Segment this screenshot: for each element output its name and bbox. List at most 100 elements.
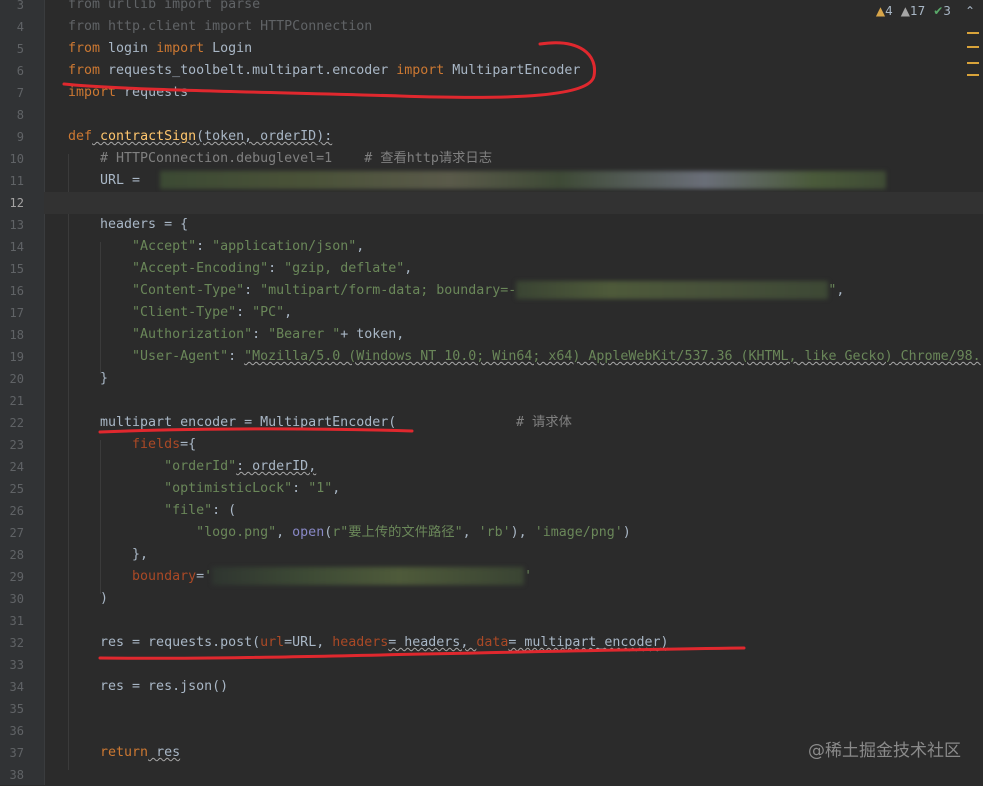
code-line-13[interactable]: headers = { (68, 214, 983, 236)
warning-marker[interactable] (967, 46, 979, 48)
line-number[interactable]: 36 (0, 720, 24, 742)
line-number[interactable]: 32 (0, 632, 24, 654)
dict-key: "Accept" (132, 239, 197, 254)
code-line-10[interactable]: # HTTPConnection.debuglevel=1 # 查看http请求… (68, 148, 983, 170)
code-line-6[interactable]: from requests_toolbelt.multipart.encoder… (68, 60, 983, 82)
code-line-3[interactable]: from urllib import parse (68, 0, 983, 16)
dict-value: "1" (308, 481, 333, 496)
line-number[interactable]: 35 (0, 698, 24, 720)
json-call: res = res.json() (68, 679, 229, 694)
code-line-25[interactable]: "optimisticLock": "1", (68, 478, 983, 500)
code-line-27[interactable]: "logo.png", open(r"要上传的文件路径", 'rb'), 'im… (68, 522, 983, 544)
line-number[interactable]: 17 (0, 302, 24, 324)
line-number[interactable]: 16 (0, 280, 24, 302)
code-line-32[interactable]: res = requests.post(url=URL, headers= he… (68, 632, 983, 654)
line-number[interactable]: 10 (0, 148, 24, 170)
code-line-29[interactable]: boundary=' ' (68, 566, 983, 588)
string-literal: 'image/png' (534, 525, 623, 540)
code-line-7[interactable]: import requests (68, 82, 983, 104)
warning-icon: ▲ (875, 4, 886, 18)
line-number[interactable]: 29 (0, 566, 24, 588)
line-number[interactable]: 31 (0, 610, 24, 632)
redacted-url (160, 171, 887, 189)
line-number[interactable]: 4 (0, 16, 24, 38)
code-line-19[interactable]: "User-Agent": "Mozilla/5.0 (Windows NT 1… (68, 346, 983, 368)
keyword: from (68, 19, 101, 34)
line-number[interactable]: 18 (0, 324, 24, 346)
line-number[interactable]: 7 (0, 82, 24, 104)
code-line-30[interactable]: ) (68, 588, 983, 610)
line-number[interactable]: 12 (0, 192, 24, 214)
line-number[interactable]: 14 (0, 236, 24, 258)
keyword: import (68, 85, 117, 100)
line-number[interactable]: 11 (0, 170, 24, 192)
param-name: boundary (132, 569, 197, 584)
line-number[interactable]: 30 (0, 588, 24, 610)
inspection-widget[interactable]: ▲4 ▲17 ✔3 ⌃ (876, 4, 975, 18)
string-quote: ' (204, 569, 213, 584)
line-number[interactable]: 24 (0, 456, 24, 478)
string-quote: " (828, 283, 837, 298)
line-number-gutter[interactable]: 3 4 5 6 7 8 9 10 11 12 13 14 15 16 17 18 19 20 21 22 23 24 25 2… (0, 0, 45, 785)
param-name: url (260, 635, 285, 650)
code-line-28[interactable]: }, (68, 544, 983, 566)
code-line-15[interactable]: "Accept-Encoding": "gzip, deflate", (68, 258, 983, 280)
code-line-11[interactable]: URL = (68, 170, 983, 192)
code-line-18[interactable]: "Authorization": "Bearer "+ token, (68, 324, 983, 346)
weak-warning-count[interactable]: ▲17 (901, 4, 926, 18)
line-number[interactable]: 23 (0, 434, 24, 456)
line-number[interactable]: 15 (0, 258, 24, 280)
line-number[interactable]: 34 (0, 676, 24, 698)
line-number[interactable]: 38 (0, 764, 24, 786)
code-line-5[interactable]: from login import Login (68, 38, 983, 60)
line-number[interactable]: 9 (0, 126, 24, 148)
ok-count[interactable]: ✔3 (933, 4, 951, 18)
dict-key: "file" (164, 503, 213, 518)
code-line-4[interactable]: from http.client import HTTPConnection (68, 16, 983, 38)
line-number[interactable]: 22 (0, 412, 24, 434)
dict-key: "User-Agent" (132, 349, 229, 364)
line-number[interactable]: 13 (0, 214, 24, 236)
code-line-24[interactable]: "orderId": orderID, (68, 456, 983, 478)
dict-value: "gzip, deflate" (284, 261, 405, 276)
line-number[interactable]: 33 (0, 654, 24, 676)
code-editor[interactable]: from urllib import parse from http.clien… (44, 0, 983, 785)
arg-value: = multipart_encoder) (508, 635, 669, 650)
code-line-16[interactable]: "Content-Type": "multipart/form-data; bo… (68, 280, 983, 302)
warning-count[interactable]: ▲4 (876, 4, 893, 18)
dict-value: "Mozilla/5.0 (Windows NT 10.0; Win64; x6… (244, 349, 981, 364)
warning-marker[interactable] (967, 32, 979, 34)
return-value: res (148, 745, 181, 760)
line-number[interactable]: 21 (0, 390, 24, 412)
code-line-22[interactable]: multipart_encoder = MultipartEncoder(# 请… (68, 412, 983, 434)
code-line-23[interactable]: fields={ (68, 434, 983, 456)
line-number[interactable]: 19 (0, 346, 24, 368)
module-name: http.client (100, 19, 205, 34)
code-line-26[interactable]: "file": ( (68, 500, 983, 522)
chevron-up-icon[interactable]: ⌃ (965, 4, 975, 18)
code-line-34[interactable]: res = res.json() (68, 676, 983, 698)
line-number[interactable]: 27 (0, 522, 24, 544)
line-number[interactable]: 25 (0, 478, 24, 500)
code-line-12[interactable] (44, 192, 983, 214)
code-line-9[interactable]: def contractSign(token, orderID): (68, 126, 983, 148)
line-number[interactable]: 6 (0, 60, 24, 82)
line-number[interactable]: 26 (0, 500, 24, 522)
line-number[interactable]: 8 (0, 104, 24, 126)
tuple-open: : ( (212, 503, 237, 518)
line-number[interactable]: 5 (0, 38, 24, 60)
line-number[interactable]: 3 (0, 0, 24, 16)
line-number[interactable]: 28 (0, 544, 24, 566)
warning-marker[interactable] (967, 62, 979, 64)
post-call: res = requests.post( (68, 635, 261, 650)
code-line-14[interactable]: "Accept": "application/json", (68, 236, 983, 258)
warning-marker[interactable] (967, 74, 979, 76)
error-stripe[interactable] (967, 24, 983, 785)
keyword: import (156, 41, 205, 56)
code-line-20[interactable]: } (68, 368, 983, 390)
code-line-17[interactable]: "Client-Type": "PC", (68, 302, 983, 324)
string-literal: "logo.png" (196, 525, 277, 540)
line-number[interactable]: 37 (0, 742, 24, 764)
line-number[interactable]: 20 (0, 368, 24, 390)
import-name: requests (116, 85, 189, 100)
